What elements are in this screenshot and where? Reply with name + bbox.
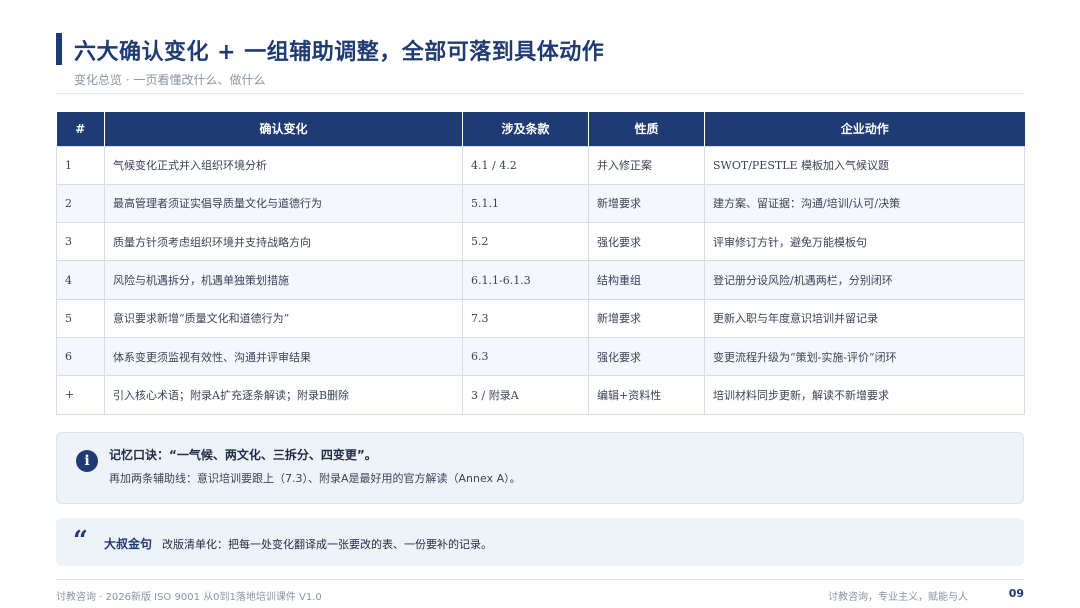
table-row: 6 体系变更须监视有效性、沟通并评审结果 6.3 强化要求 变更流程升级为“策划… (56, 336, 1025, 377)
quote-icon: “ (73, 526, 88, 556)
table-row: 1 气候变化正式并入组织环境分析 4.1 / 4.2 并入修正案 SWOT/PE… (56, 145, 1025, 185)
cell-clause: 5.2 (462, 222, 589, 262)
cell-action: 变更流程升级为“策划-实施-评价”闭环 (704, 336, 1025, 377)
column-header-clause: 涉及条款 (462, 112, 589, 146)
cell-clause: 5.1.1 (462, 183, 589, 224)
table-row: 2 最高管理者须证实倡导质量文化与道德行为 5.1.1 新增要求 建方案、留证据… (56, 183, 1025, 224)
cell-change: 最高管理者须证实倡导质量文化与道德行为 (104, 183, 463, 224)
cell-action: 评审修订方针，避免万能模板句 (704, 222, 1025, 262)
memory-tip-headline: 记忆口诀：“一气候、两文化、三拆分、四变更”。 (109, 448, 377, 462)
title-divider (56, 93, 1024, 94)
memory-tip-panel: i 记忆口诀：“一气候、两文化、三拆分、四变更”。 再加两条辅助线：意识培训要跟… (56, 432, 1024, 504)
footer-slogan: 讨教咨询，专业主义，赋能与人 (828, 592, 968, 603)
column-header-index: # (56, 112, 105, 146)
cell-change: 体系变更须监视有效性、沟通并评审结果 (104, 336, 463, 377)
cell-index: 5 (56, 298, 105, 338)
cell-nature: 并入修正案 (588, 145, 705, 185)
quote-text: 改版清单化：把每一处变化翻译成一张要改的表、一份要补的记录。 (162, 538, 492, 551)
quote-panel: “ 大叔金句 改版清单化：把每一处变化翻译成一张要改的表、一份要补的记录。 (56, 518, 1024, 566)
table-row: 5 意识要求新增“质量文化和道德行为” 7.3 新增要求 更新入职与年度意识培训… (56, 298, 1025, 338)
cell-change: 质量方针须考虑组织环境并支持战略方向 (104, 222, 463, 262)
cell-clause: 4.1 / 4.2 (462, 145, 589, 185)
column-header-change: 确认变化 (104, 112, 463, 146)
table-row: 4 风险与机遇拆分，机遇单独策划措施 6.1.1-6.1.3 结构重组 登记册分… (56, 260, 1025, 300)
cell-clause: 3 / 附录A (462, 375, 589, 415)
info-icon: i (76, 450, 98, 472)
cell-action: 培训材料同步更新，解读不新增要求 (704, 375, 1025, 415)
cell-action: 登记册分设风险/机遇两栏，分别闭环 (704, 260, 1025, 300)
cell-clause: 6.3 (462, 336, 589, 377)
cell-nature: 强化要求 (588, 222, 705, 262)
cell-action: SWOT/PESTLE 模板加入气候议题 (704, 145, 1025, 185)
cell-clause: 6.1.1-6.1.3 (462, 260, 589, 300)
cell-nature: 强化要求 (588, 336, 705, 377)
table-row: 3 质量方针须考虑组织环境并支持战略方向 5.2 强化要求 评审修订方针，避免万… (56, 222, 1025, 262)
page-number: 09 (1008, 587, 1024, 600)
cell-clause: 7.3 (462, 298, 589, 338)
cell-action: 建方案、留证据：沟通/培训/认可/决策 (704, 183, 1025, 224)
footer-course-info: 讨教咨询 · 2026新版 ISO 9001 从0到1落地培训课件 V1.0 (56, 592, 322, 603)
cell-index: 1 (56, 145, 105, 185)
cell-index: 3 (56, 222, 105, 262)
cell-change: 风险与机遇拆分，机遇单独策划措施 (104, 260, 463, 300)
column-header-nature: 性质 (588, 112, 705, 146)
page-subtitle: 变化总览 · 一页看懂改什么、做什么 (74, 73, 266, 87)
cell-nature: 新增要求 (588, 298, 705, 338)
cell-index: + (56, 375, 105, 415)
table-row: + 引入核心术语；附录A扩充逐条解读；附录B删除 3 / 附录A 编辑+资料性 … (56, 375, 1025, 415)
cell-nature: 编辑+资料性 (588, 375, 705, 415)
cell-nature: 新增要求 (588, 183, 705, 224)
cell-index: 2 (56, 183, 105, 224)
column-header-action: 企业动作 (704, 112, 1025, 146)
cell-index: 4 (56, 260, 105, 300)
quote-label: 大叔金句 (104, 537, 153, 551)
footer-divider (56, 579, 1024, 580)
table-header-row: # 确认变化 涉及条款 性质 企业动作 (56, 112, 1025, 146)
cell-change: 气候变化正式并入组织环境分析 (104, 145, 463, 185)
cell-action: 更新入职与年度意识培训并留记录 (704, 298, 1025, 338)
changes-table: # 确认变化 涉及条款 性质 企业动作 1 气候变化正式并入组织环境分析 4.1… (56, 112, 1025, 415)
cell-change: 意识要求新增“质量文化和道德行为” (104, 298, 463, 338)
cell-nature: 结构重组 (588, 260, 705, 300)
cell-index: 6 (56, 336, 105, 377)
page-title: 六大确认变化 + 一组辅助调整，全部可落到具体动作 (74, 40, 605, 65)
memory-tip-detail: 再加两条辅助线：意识培训要跟上（7.3）、附录A是最好用的官方解读（Annex … (109, 472, 521, 485)
cell-change: 引入核心术语；附录A扩充逐条解读；附录B删除 (104, 375, 463, 415)
title-accent-bar (56, 33, 62, 65)
